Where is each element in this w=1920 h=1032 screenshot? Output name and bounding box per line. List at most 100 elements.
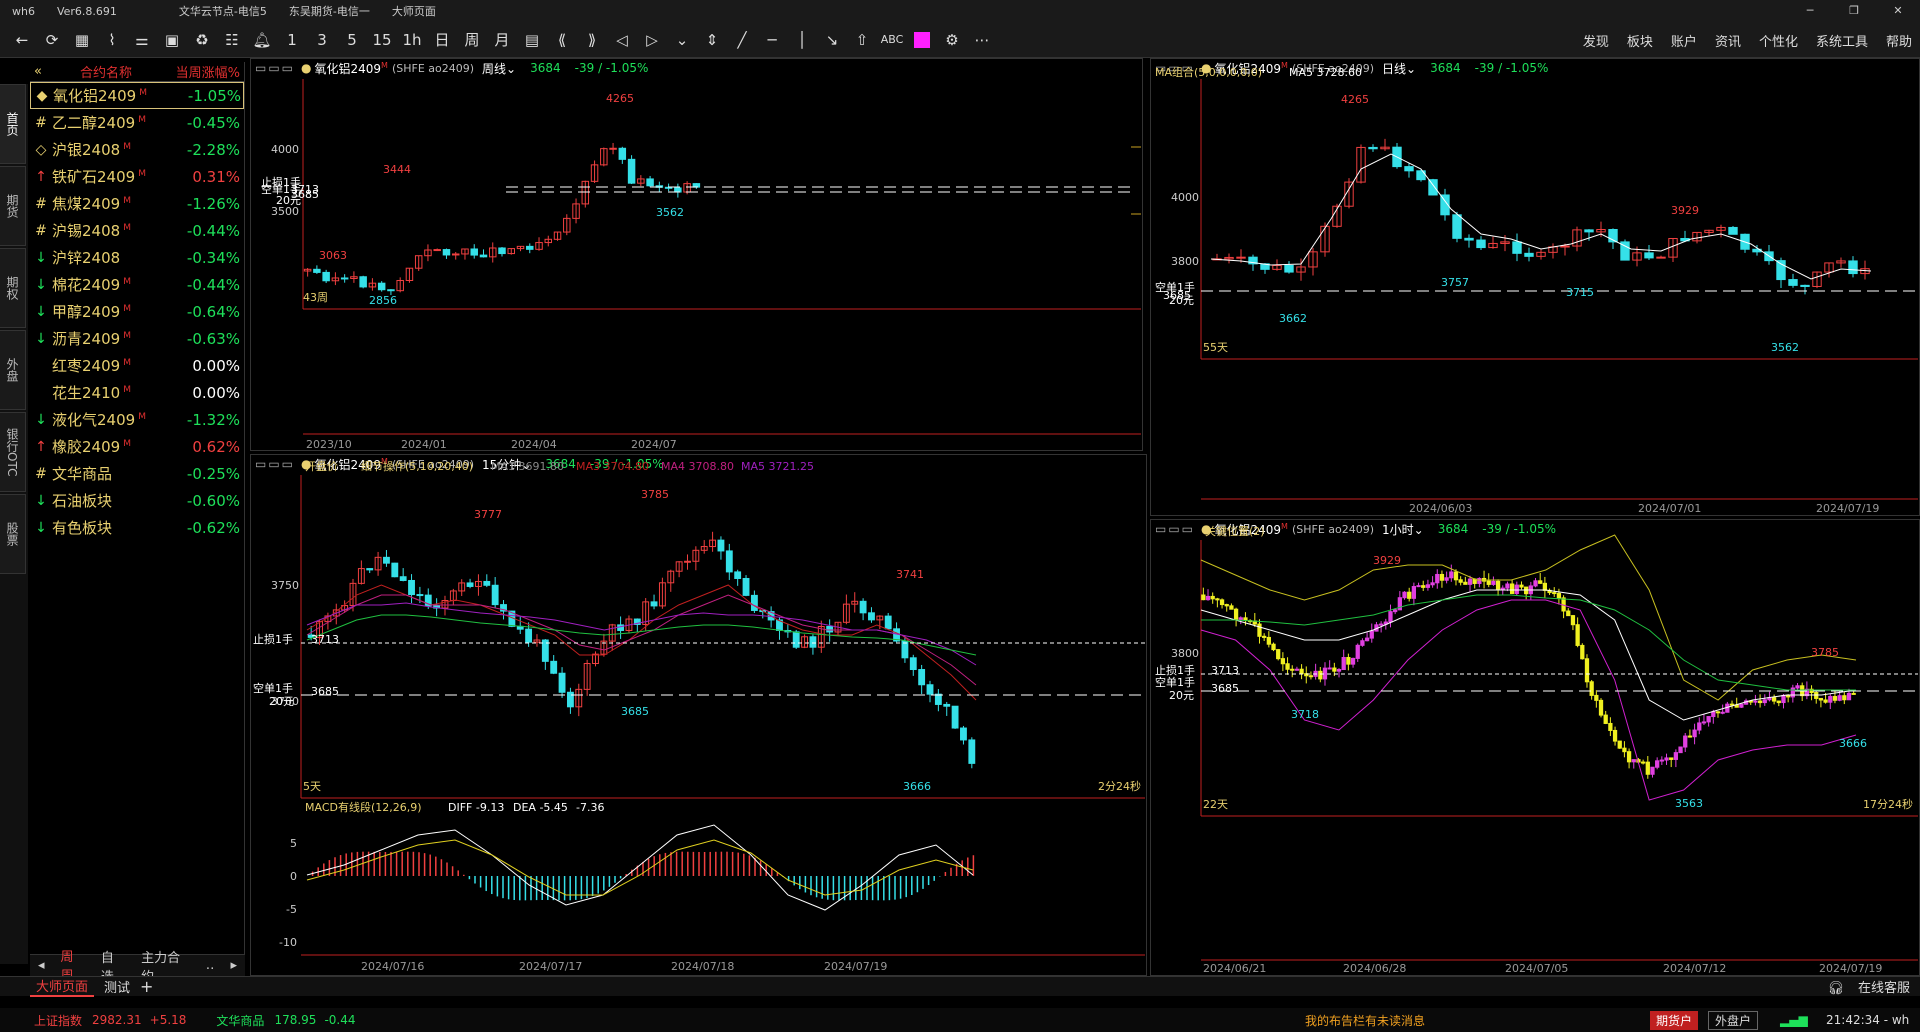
calendar-icon[interactable]: ▤: [518, 26, 546, 54]
watchlist-row[interactable]: ↓ 有色板块 -0.62%: [30, 514, 244, 541]
more-icon[interactable]: ‥: [206, 958, 215, 973]
watchlist-row[interactable]: ↓ 甲醇2409 M -0.64%: [30, 298, 244, 325]
refresh-icon[interactable]: ⟳: [38, 26, 66, 54]
tab-master-page[interactable]: 大师页面: [30, 976, 95, 997]
candle-body: [1790, 687, 1795, 698]
watchlist-row[interactable]: # 沪锡2408 M -0.44%: [30, 217, 244, 244]
futures-account-button[interactable]: 期货户: [1650, 1010, 1699, 1030]
watchlist-row[interactable]: ↑ 橡胶2409 M 0.62%: [30, 433, 244, 460]
wh-index-label[interactable]: 文华商品: [216, 1012, 264, 1029]
server1-label[interactable]: 文华云节点-电信5: [179, 3, 267, 19]
server2-label[interactable]: 东吴期货-电信一: [289, 3, 370, 19]
hline-icon[interactable]: ─: [758, 26, 786, 54]
grid-icon[interactable]: ▦: [68, 26, 96, 54]
notice-message[interactable]: 我的布告栏有未读消息: [1305, 1012, 1425, 1029]
m15-chart-panel[interactable]: ▭▭▭ ● 氧化铝2409M (SHFE ao2409) 15分钟⌄ 3684 …: [250, 454, 1147, 976]
watchlist-row[interactable]: ↓ 沪锌2408 -0.34%: [30, 244, 244, 271]
back-icon[interactable]: ←: [8, 26, 36, 54]
zoom-in-icon[interactable]: ⟫: [578, 26, 606, 54]
col-change[interactable]: 当周涨幅%: [135, 62, 244, 81]
color-picker-icon[interactable]: [908, 26, 936, 54]
period-1h[interactable]: 1h: [398, 26, 426, 54]
h1-chart-panel[interactable]: ▭▭▭ ● 氧化铝2409M (SHFE ao2409) 1小时⌄ 3684 -…: [1150, 519, 1920, 976]
maximize-icon[interactable]: ❐: [1832, 0, 1876, 22]
candle-body: [1538, 580, 1543, 584]
period-month[interactable]: 月: [488, 26, 516, 54]
weekly-kline-chart[interactable]: 40003500止损1手空单1手20元371336854265344430632…: [251, 59, 1144, 452]
tab-bank-otc[interactable]: 银行OTC: [0, 412, 26, 492]
watchlist-row[interactable]: 红枣2409 M 0.00%: [30, 352, 244, 379]
arrow-icon[interactable]: ↘: [818, 26, 846, 54]
candle-body: [909, 657, 917, 671]
weekly-chart-panel[interactable]: ▭▭▭ ● 氧化铝2409M (SHFE ao2409) 周线⌄ 3684 -3…: [250, 58, 1143, 451]
tab-stocks[interactable]: 股票: [0, 494, 26, 574]
expand-icon[interactable]: ⌄: [668, 26, 696, 54]
watchlist-row[interactable]: ↓ 沥青2409 M -0.63%: [30, 325, 244, 352]
period-week[interactable]: 周: [458, 26, 486, 54]
move-left-icon[interactable]: ◁: [608, 26, 636, 54]
online-service-link[interactable]: 🎧︎ 在线客服: [1817, 977, 1910, 996]
collapse-chevron-icon[interactable]: «: [34, 64, 42, 79]
text-tool[interactable]: ABC: [878, 26, 906, 54]
move-right-icon[interactable]: ▷: [638, 26, 666, 54]
m15-kline-chart[interactable]: 开盘价 细节操作(5,10,20,40) MA1 3691.80 MA3 3704.8…: [251, 455, 1148, 977]
watchlist-row[interactable]: ◇ 沪银2408 M -2.28%: [30, 136, 244, 163]
vline-icon[interactable]: │: [788, 26, 816, 54]
tab-foreign[interactable]: 外盘: [0, 330, 26, 410]
layout-icon[interactable]: ▣: [158, 26, 186, 54]
scroll-right-icon[interactable]: ▸: [230, 958, 237, 973]
up-arrow-icon[interactable]: ⇧: [848, 26, 876, 54]
watchlist-row[interactable]: ↓ 液化气2409 M -1.32%: [30, 406, 244, 433]
watchlist-row[interactable]: # 文华商品 -0.25%: [30, 460, 244, 487]
h1-kline-chart[interactable]: 关键位置(2) 3800 止损1手 3713 空单1手20元 3685 3929 3785 37…: [1151, 520, 1920, 977]
sync-icon[interactable]: ♻: [188, 26, 216, 54]
sh-index-label[interactable]: 上证指数: [34, 1012, 82, 1029]
menu-tools[interactable]: 系统工具: [1816, 31, 1868, 50]
daily-chart-panel[interactable]: ▭▭▭ ● 氧化铝2409M (SHFE ao2409) 日线⌄ 3684 -3…: [1150, 58, 1920, 516]
foreign-account-button[interactable]: 外盘户: [1708, 1010, 1759, 1030]
collapse-icon[interactable]: ⇕: [698, 26, 726, 54]
zoom-out-icon[interactable]: ⟪: [548, 26, 576, 54]
menu-personalize[interactable]: 个性化: [1759, 31, 1798, 50]
menu-news[interactable]: 资讯: [1715, 31, 1741, 50]
watchlist-row[interactable]: ↓ 石油板块 -0.60%: [30, 487, 244, 514]
minimize-icon[interactable]: ─: [1788, 0, 1832, 22]
menu-discover[interactable]: 发现: [1583, 31, 1609, 50]
tab-futures[interactable]: 期货: [0, 166, 26, 246]
line-chart-icon[interactable]: ⌇: [98, 26, 126, 54]
order-icon[interactable]: ☷: [218, 26, 246, 54]
candle-body: [479, 254, 488, 258]
more-icon[interactable]: ⋯: [968, 26, 996, 54]
candle-body: [1570, 615, 1576, 626]
menu-sector[interactable]: 板块: [1627, 31, 1653, 50]
tab-options[interactable]: 期权: [0, 248, 26, 328]
menu-help[interactable]: 帮助: [1886, 31, 1912, 50]
menu-account[interactable]: 账户: [1671, 31, 1697, 50]
settings-icon[interactable]: ⚙: [938, 26, 966, 54]
watchlist-row[interactable]: 花生2410 M 0.00%: [30, 379, 244, 406]
period-day[interactable]: 日: [428, 26, 456, 54]
period-3min[interactable]: 3: [308, 26, 336, 54]
draw-line-icon[interactable]: ╱: [728, 26, 756, 54]
watchlist-row[interactable]: ↓ 棉花2409 M -0.44%: [30, 271, 244, 298]
watchlist-row[interactable]: ↑ 铁矿石2409 M 0.31%: [30, 163, 244, 190]
tab-home[interactable]: 首页: [0, 84, 26, 164]
period-5min[interactable]: 5: [338, 26, 366, 54]
candle-body: [1725, 703, 1730, 713]
alert-icon[interactable]: 🔔︎: [248, 26, 276, 54]
daily-kline-chart[interactable]: MA组合(5,0,0,0,0,0) MA5 3728.6040003800空单1手…: [1151, 59, 1920, 517]
period-15min[interactable]: 15: [368, 26, 396, 54]
add-page-button[interactable]: +: [140, 977, 153, 996]
close-icon[interactable]: ✕: [1876, 0, 1920, 22]
kline-icon[interactable]: ⚌: [128, 26, 156, 54]
row-change: -0.34%: [186, 248, 240, 267]
col-name[interactable]: 合约名称: [30, 62, 135, 81]
watchlist-row[interactable]: # 焦煤2409 M -1.26%: [30, 190, 244, 217]
tab-test[interactable]: 测试: [104, 977, 130, 996]
watchlist-row[interactable]: ◆ 氧化铝2409 M -1.05%: [30, 82, 244, 109]
period-1min[interactable]: 1: [278, 26, 306, 54]
candle-body: [1617, 740, 1622, 749]
watchlist-row[interactable]: # 乙二醇2409 M -0.45%: [30, 109, 244, 136]
app-name: wh6: [12, 4, 35, 18]
scroll-left-icon[interactable]: ◂: [38, 958, 45, 973]
